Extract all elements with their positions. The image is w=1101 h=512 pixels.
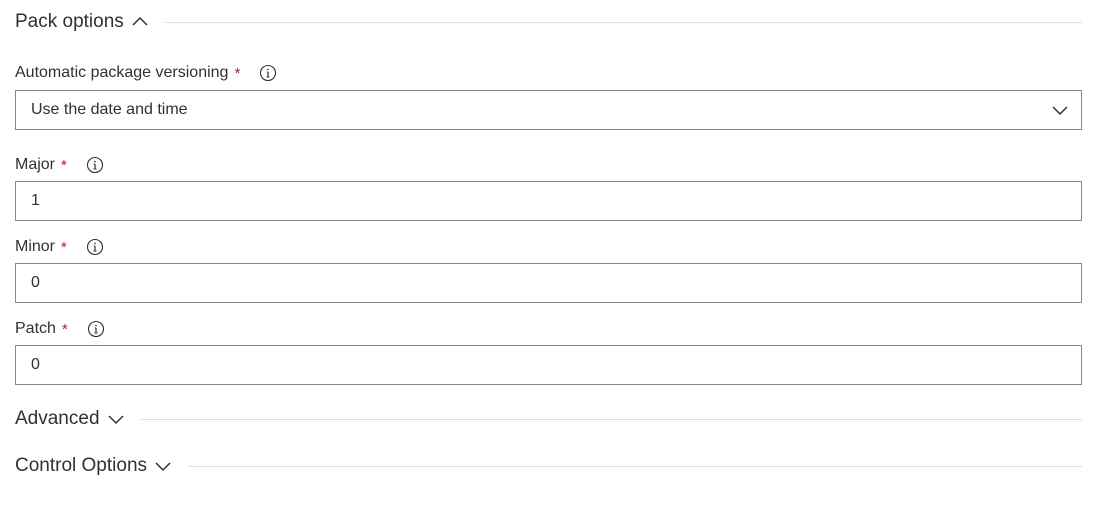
advanced-section-header[interactable]: Advanced: [15, 405, 1082, 433]
advanced-title: Advanced: [15, 408, 100, 429]
info-icon[interactable]: [86, 319, 106, 339]
versioning-label: Automatic package versioning: [15, 64, 229, 81]
versioning-dropdown[interactable]: Use the date and time: [15, 90, 1082, 130]
major-input[interactable]: [16, 182, 1081, 220]
major-label: Major: [15, 156, 56, 173]
patch-field[interactable]: [15, 345, 1082, 385]
chevron-up-icon: [129, 11, 151, 33]
minor-field[interactable]: [15, 263, 1082, 303]
required-indicator: *: [234, 64, 241, 82]
patch-input[interactable]: [16, 346, 1081, 384]
pack-options-section-header[interactable]: Pack options: [15, 8, 1082, 36]
info-icon[interactable]: [258, 63, 278, 83]
chevron-down-icon: [1049, 99, 1071, 121]
pack-options-title: Pack options: [15, 11, 124, 32]
section-divider: [188, 465, 1082, 467]
minor-label-row: Minor *: [15, 236, 105, 258]
minor-input[interactable]: [16, 264, 1081, 302]
info-icon[interactable]: [85, 237, 105, 257]
control-options-section-header[interactable]: Control Options: [15, 452, 1082, 480]
section-divider: [140, 418, 1082, 420]
chevron-down-icon: [152, 455, 174, 477]
control-options-title: Control Options: [15, 455, 148, 476]
patch-label-row: Patch *: [15, 318, 106, 340]
versioning-selected-value: Use the date and time: [31, 101, 188, 118]
patch-label: Patch: [15, 320, 56, 337]
minor-label: Minor: [15, 238, 56, 255]
required-indicator: *: [61, 238, 67, 256]
section-divider: [164, 21, 1082, 23]
chevron-down-icon: [105, 408, 127, 430]
required-indicator: *: [61, 156, 67, 174]
versioning-label-row: Automatic package versioning *: [15, 62, 278, 84]
major-field[interactable]: [15, 181, 1082, 221]
major-label-row: Major *: [15, 154, 105, 176]
info-icon[interactable]: [85, 155, 105, 175]
required-indicator: *: [61, 320, 68, 338]
